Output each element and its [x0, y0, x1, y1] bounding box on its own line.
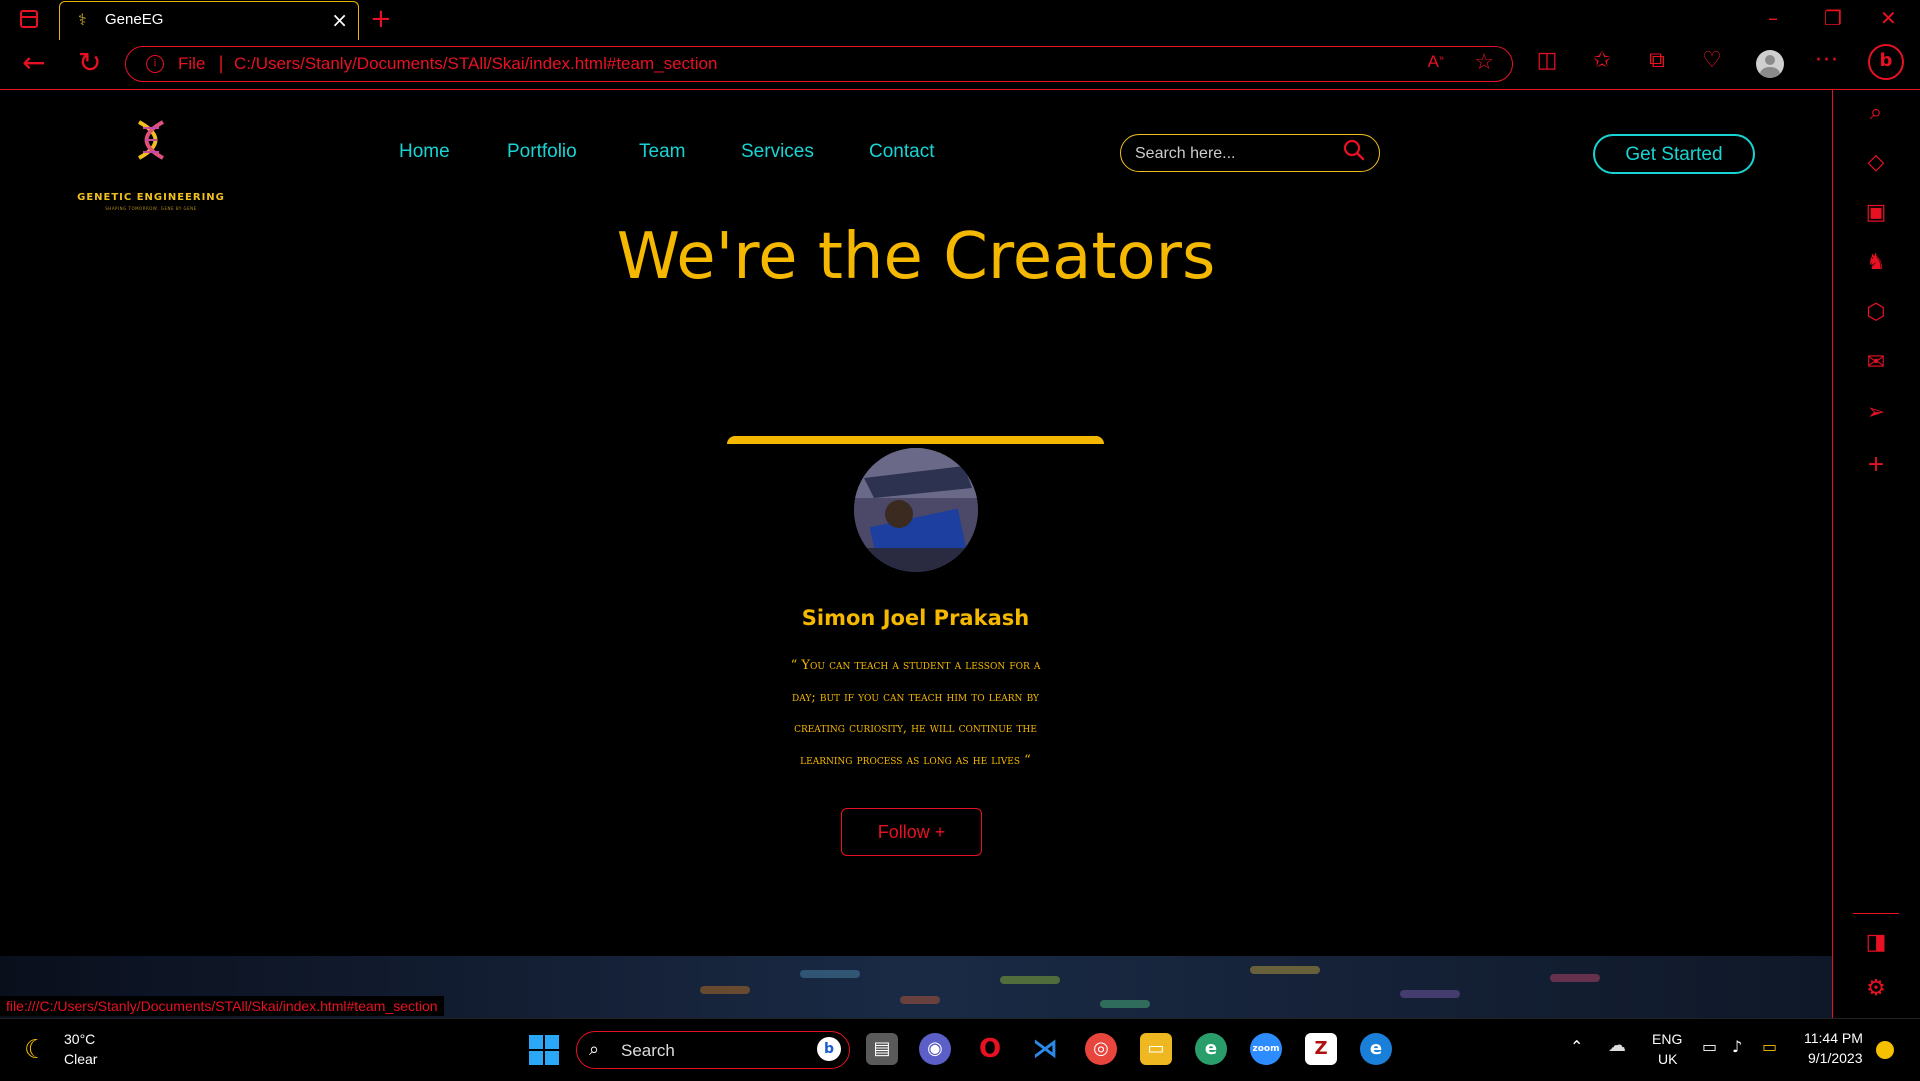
zoom-icon[interactable]: zoom [1250, 1033, 1282, 1065]
close-window-icon[interactable]: ✕ [1880, 6, 1897, 30]
filezilla-icon[interactable]: Z [1305, 1033, 1337, 1065]
url-text[interactable]: C:/Users/Stanly/Documents/STAll/Skai/ind… [234, 54, 717, 74]
edge-sidebar: ⌕ ◇ ▣ ♞ ⬡ ✉ ➢ + ◨ ⚙ [1832, 90, 1920, 1018]
read-aloud-icon[interactable]: A» [1428, 52, 1444, 72]
edge-icon[interactable]: e [1360, 1033, 1392, 1065]
tab-actions-icon[interactable] [20, 10, 38, 28]
quote-line: learning process as long as he lives “ [800, 752, 1031, 768]
tab-title: GeneEG [105, 11, 164, 28]
info-icon[interactable]: i [146, 55, 164, 73]
section-title: We're the Creators [616, 220, 1216, 294]
nav-team[interactable]: Team [639, 141, 685, 163]
vscode-icon[interactable]: ⋊ [1029, 1033, 1061, 1065]
get-started-button[interactable]: Get Started [1593, 134, 1755, 174]
file-explorer-icon[interactable]: ▭ [1140, 1033, 1172, 1065]
outlook-icon[interactable]: ✉ [1861, 350, 1891, 375]
microsoft-365-icon[interactable]: ⬡ [1861, 300, 1891, 325]
protocol-label: File [178, 54, 206, 73]
card-accent-bar [727, 436, 1104, 444]
chrome-icon[interactable]: ◎ [1085, 1033, 1117, 1065]
quote-line: creating curiosity, he will continue the [794, 721, 1037, 736]
moon-weather-icon[interactable]: ☾ [24, 1035, 47, 1065]
split-screen-icon[interactable]: ◫ [1533, 48, 1561, 73]
weather-temperature[interactable]: 30°C [64, 1031, 95, 1047]
hide-sidebar-icon[interactable]: ◨ [1861, 930, 1891, 955]
notification-icon[interactable] [1876, 1041, 1894, 1059]
input-language[interactable]: ENG [1652, 1031, 1682, 1047]
logo-text: GENETIC ENGINEERING [77, 192, 225, 203]
search-sidebar-icon[interactable]: ⌕ [1861, 100, 1891, 125]
dna-favicon-icon: ⚕ [78, 10, 87, 29]
member-photo-image [854, 448, 978, 572]
page-viewport: GENETIC ENGINEERING SHAPING TOMORROW, GE… [0, 90, 1832, 1018]
site-search-box[interactable] [1120, 134, 1380, 172]
address-separator: | [218, 53, 225, 74]
more-options-icon[interactable]: ··· [1815, 48, 1839, 73]
browser-essentials-icon[interactable]: ♡ [1698, 48, 1726, 73]
quote-line: “ You can teach a student a lesson for a [790, 658, 1041, 673]
dna-logo-icon [138, 120, 164, 160]
browser-toolbar: ← ↻ i File | C:/Users/Stanly/Documents/S… [0, 40, 1920, 90]
start-button-windows-icon[interactable] [529, 1035, 559, 1065]
team-member-card: Simon Joel Prakash “ You can teach a stu… [727, 436, 1104, 856]
drop-send-icon[interactable]: ➢ [1861, 400, 1891, 425]
nav-contact[interactable]: Contact [869, 141, 934, 163]
member-avatar [854, 448, 978, 572]
bing-icon[interactable]: b [817, 1037, 841, 1061]
favorites-icon[interactable]: ✩ [1588, 48, 1616, 73]
profile-avatar[interactable] [1756, 50, 1784, 78]
sidebar-settings-gear-icon[interactable]: ⚙ [1861, 976, 1891, 1001]
battery-icon[interactable]: ▭ [1762, 1037, 1777, 1056]
edge-beta-icon[interactable]: e [1195, 1033, 1227, 1065]
logo-tagline: SHAPING TOMORROW, GENE BY GENE [105, 206, 197, 211]
teams-chat-icon[interactable]: ◉ [919, 1033, 951, 1065]
quote-line: day; but if you can teach him to learn b… [792, 689, 1039, 705]
taskbar-search-icon: ⌕ [589, 1039, 600, 1060]
opera-icon[interactable]: O [974, 1033, 1006, 1065]
address-bar[interactable]: i File | C:/Users/Stanly/Documents/STAll… [125, 46, 1513, 82]
member-name: Simon Joel Prakash [801, 606, 1030, 630]
sidebar-divider [1853, 913, 1899, 914]
restore-icon[interactable]: ❐ [1824, 6, 1842, 30]
clock-date[interactable]: 9/1/2023 [1808, 1050, 1863, 1066]
weather-description[interactable]: Clear [64, 1051, 97, 1067]
status-bar-url: file:///C:/Users/Stanly/Documents/STAll/… [0, 996, 444, 1016]
input-region[interactable]: UK [1658, 1051, 1677, 1067]
taskbar-search-label: Search [621, 1041, 675, 1060]
volume-icon[interactable]: ♪ [1732, 1037, 1742, 1056]
member-quote: “ You can teach a student a lesson for a… [757, 650, 1074, 776]
nav-home[interactable]: Home [399, 141, 450, 163]
new-tab-icon[interactable]: + [370, 4, 392, 34]
shopping-tag-icon[interactable]: ◇ [1861, 150, 1891, 175]
show-hidden-icons-chevron-icon[interactable]: ⌃ [1570, 1037, 1583, 1056]
minimize-icon[interactable]: – [1768, 6, 1778, 30]
network-icon[interactable]: ▭ [1702, 1037, 1717, 1056]
onedrive-cloud-icon[interactable]: ☁ [1608, 1035, 1626, 1056]
browser-tab[interactable]: ⚕ GeneEG × [59, 1, 359, 40]
clock-time[interactable]: 11:44 PM [1804, 1030, 1863, 1046]
task-view-icon[interactable]: ▤ [866, 1033, 898, 1065]
follow-button[interactable]: Follow + [841, 808, 982, 856]
taskbar-search-box[interactable]: ⌕ Search b [576, 1031, 850, 1069]
bing-copilot-icon[interactable]: b [1868, 44, 1904, 80]
site-logo[interactable]: GENETIC ENGINEERING SHAPING TOMORROW, GE… [76, 120, 226, 211]
reload-icon[interactable]: ↻ [78, 46, 101, 79]
collections-icon[interactable]: ⧉ [1643, 48, 1671, 73]
windows-taskbar: ☾ 30°C Clear ⌕ Search b ▤ ◉ O ⋊ ◎ ▭ e zo… [0, 1018, 1920, 1081]
back-arrow-icon[interactable]: ← [22, 46, 45, 79]
tools-briefcase-icon[interactable]: ▣ [1861, 200, 1891, 225]
add-sidebar-app-icon[interactable]: + [1861, 452, 1891, 477]
favorite-star-icon[interactable]: ☆ [1474, 50, 1494, 75]
site-search-input[interactable] [1133, 141, 1337, 167]
nav-portfolio[interactable]: Portfolio [507, 141, 577, 163]
tab-bar: ⚕ GeneEG × + – ❐ ✕ [0, 0, 1920, 40]
search-icon[interactable] [1343, 139, 1365, 161]
games-icon[interactable]: ♞ [1861, 250, 1891, 275]
nav-services[interactable]: Services [741, 141, 814, 163]
close-tab-icon[interactable]: × [331, 8, 348, 32]
